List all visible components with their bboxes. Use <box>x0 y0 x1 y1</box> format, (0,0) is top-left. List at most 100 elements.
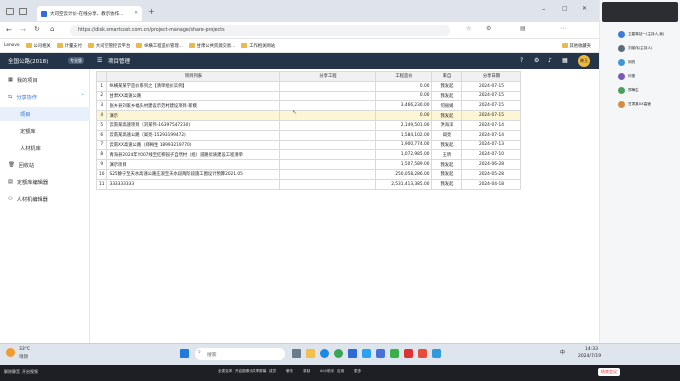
app-icon[interactable] <box>376 349 385 358</box>
tab-active[interactable]: 大司空云计价-在线分享、教示协作... ✕ <box>37 6 142 21</box>
video-button[interactable]: 开启视频 <box>22 369 38 375</box>
edge-icon[interactable] <box>320 349 329 358</box>
bookmark-folder[interactable]: 计量支付 <box>56 43 82 49</box>
url-field[interactable]: https://disk.smartcost.com.cn/project-ma… <box>70 25 450 36</box>
more-icon[interactable]: ⋯ <box>560 25 566 32</box>
meeting-control-button[interactable]: 更多 <box>354 369 361 374</box>
chrome-icon[interactable] <box>334 349 343 358</box>
participant-item[interactable]: 刘某伟(主持人) <box>618 42 678 54</box>
app-icon[interactable] <box>432 349 441 358</box>
table-cell: 我发起 <box>431 110 463 121</box>
sidebar-item-recycle[interactable]: 🗑 回收站 <box>0 158 90 172</box>
clock-date[interactable]: 2024/7/19 <box>578 354 601 359</box>
avatar[interactable]: 晓玉 <box>578 55 590 67</box>
settings-icon[interactable]: ⚙ <box>534 57 539 64</box>
sidebar-item-projects[interactable]: 项目 <box>0 107 90 121</box>
unmute-button[interactable]: 解除静音 <box>4 369 20 375</box>
column-header[interactable]: 工程造价 <box>375 71 433 82</box>
table-row[interactable]: 6 云南某高速公路（阎亮-15293199472) 1,584,102.00 阎亮 20… <box>95 129 522 141</box>
bookmark-folder[interactable]: 大司空管控云平台 <box>87 43 130 49</box>
table-cell: 2024-07-13 <box>461 139 522 151</box>
meeting-control-button[interactable]: 录制 <box>303 369 310 374</box>
table-row[interactable]: 1 纵横某某学造价系列之【清单组价实例】 0.00 我发起 2024-07-15 <box>95 80 522 92</box>
home-icon[interactable]: ⌂ <box>50 25 54 33</box>
refresh-icon[interactable]: ↻ <box>34 25 40 33</box>
meeting-control-button[interactable]: 开启摄像头 <box>235 369 253 374</box>
column-header[interactable]: 分享工程 <box>279 71 377 82</box>
table-cell: 2024-07-15 <box>461 110 522 121</box>
wps-icon[interactable] <box>404 349 413 358</box>
back-icon[interactable]: ← <box>6 26 12 34</box>
meeting-control-button[interactable]: 共享屏幕 <box>252 369 266 374</box>
extensions-icon[interactable]: ⚙ <box>486 25 491 32</box>
participant-item[interactable]: 何丽 <box>618 70 678 82</box>
other-bookmarks[interactable]: 其他收藏夹 <box>561 43 591 49</box>
task-view-icon[interactable] <box>292 349 301 358</box>
column-header[interactable]: 来自 <box>431 71 463 82</box>
meeting-control-button[interactable]: 全麦克风 <box>218 369 232 374</box>
table-row[interactable]: 4 演示 0.00 我发起 2024-07-15 <box>95 110 522 121</box>
participant-item[interactable]: 郑梅生 <box>618 84 678 96</box>
wechat-icon[interactable] <box>390 349 399 358</box>
column-header[interactable]: 项目列表 <box>106 71 281 82</box>
table-cell: 纵横某某学造价系列之【清单组价实例】 <box>106 80 281 92</box>
table-row[interactable]: 8 青海县2024年Y007线至红柳园子自然村（组）道路优质建设工程清单 1,072… <box>95 149 522 161</box>
participant-name: 卫星驿站一(主持人,我) <box>628 31 665 36</box>
meeting-control-button[interactable]: 聊天 <box>286 369 293 374</box>
meeting-control-button[interactable]: 应用 <box>337 369 344 374</box>
minimize-icon[interactable]: – <box>542 5 546 13</box>
sidebar-item-my-projects[interactable]: ▦ 我的项目 <box>0 73 90 87</box>
clock-time[interactable]: 14:33 <box>585 347 598 352</box>
meeting-app-icon[interactable] <box>348 349 357 358</box>
meeting-control-button[interactable]: 成员 <box>269 369 276 374</box>
participant-item[interactable]: 卫星驿站一(主持人,我) <box>618 28 678 40</box>
app-icon[interactable] <box>362 349 371 358</box>
collections-icon[interactable]: ▤ <box>520 25 526 32</box>
table-cell: 0.00 <box>375 110 433 121</box>
table-cell: 9 <box>95 159 108 170</box>
table-row[interactable]: 9 演示项目 1,507,589.00 我发起 2024-06-28 <box>95 159 522 170</box>
table-row[interactable]: 2 甘肃XX高速公路 0.00 我发起 2024-07-15 <box>95 90 522 102</box>
forward-icon[interactable]: → <box>20 26 26 34</box>
apps-icon[interactable]: ▦ <box>562 57 568 64</box>
tab-actions-icon[interactable] <box>19 8 27 15</box>
help-icon[interactable]: ? <box>520 57 523 64</box>
column-header[interactable]: 分享日期 <box>461 71 522 82</box>
column-header[interactable] <box>95 71 108 82</box>
ime-indicator[interactable]: 中 <box>560 349 565 356</box>
sidebar-item-material-editor[interactable]: ⚇ 人材机编辑器 <box>0 192 90 206</box>
sidebar-item-quota-lib[interactable]: 定额库 <box>0 124 90 138</box>
sidebar-item-share[interactable]: ⇆ 分享协作 ˄ <box>0 90 90 104</box>
app-icon[interactable] <box>418 349 427 358</box>
bookmark-folder[interactable]: 纵横工程造价管理... <box>136 43 183 49</box>
workspaces-icon[interactable] <box>6 8 14 15</box>
table-row[interactable]: 11 333333333 2,531,413,385.00 我发起 2024-04-18 <box>95 178 522 190</box>
participant-item[interactable]: 阎亮 <box>618 56 678 68</box>
participant-item[interactable]: 甘肃某XX高速 <box>618 98 678 110</box>
bell-icon[interactable]: ♪ <box>548 57 552 64</box>
start-icon[interactable] <box>180 349 189 358</box>
folder-icon <box>241 43 248 48</box>
end-meeting-button[interactable]: 结束会议 <box>598 368 620 376</box>
table-row[interactable]: 10 S25静宁至天水高速公路庄浪至天水段两阶段施工图设计预算2021.05 250… <box>95 168 522 180</box>
new-tab-icon[interactable]: + <box>148 7 155 16</box>
sidebar-item-material-lib[interactable]: 人材机库 <box>0 141 90 155</box>
bookmark-folder[interactable]: 公司相关 <box>25 43 51 49</box>
close-tab-icon[interactable]: ✕ <box>134 11 138 16</box>
meeting-control-button[interactable]: AI小助手 <box>320 369 334 374</box>
table-row[interactable]: 5 云南某高速项目（刘某伟-16397547230) 2,149,501.00 洪海洋… <box>95 119 522 131</box>
maximize-icon[interactable]: ▢ <box>562 5 568 12</box>
bookmark-lenovo[interactable]: Lenovo <box>4 43 20 48</box>
sidebar-item-quota-editor[interactable]: ▤ 定额库编辑器 <box>0 175 90 189</box>
menu-icon[interactable]: ☰ <box>97 57 102 64</box>
taskbar-search[interactable]: ⌕ 搜索 <box>195 348 285 360</box>
close-window-icon[interactable]: ✕ <box>582 5 587 12</box>
self-video-tile[interactable] <box>602 2 678 22</box>
favorites-icon[interactable]: ☆ <box>466 25 471 32</box>
table-cell: 云南某高速项目（刘某伟-16397547230) <box>106 119 281 131</box>
bookmark-folder[interactable]: 甘肃公共资源交易... <box>188 43 235 49</box>
table-row[interactable]: 3 张乡县刘家乡福头村建设示范村建设项目-新模 3,466,230.00 何丽娟 202… <box>95 100 522 112</box>
file-explorer-icon[interactable] <box>306 349 315 358</box>
table-row[interactable]: 7 云南XX高速公路（郑梅生 18993219770) 1,900,774.00 我发… <box>95 139 522 151</box>
bookmark-folder[interactable]: 工作相关网站 <box>241 43 275 49</box>
